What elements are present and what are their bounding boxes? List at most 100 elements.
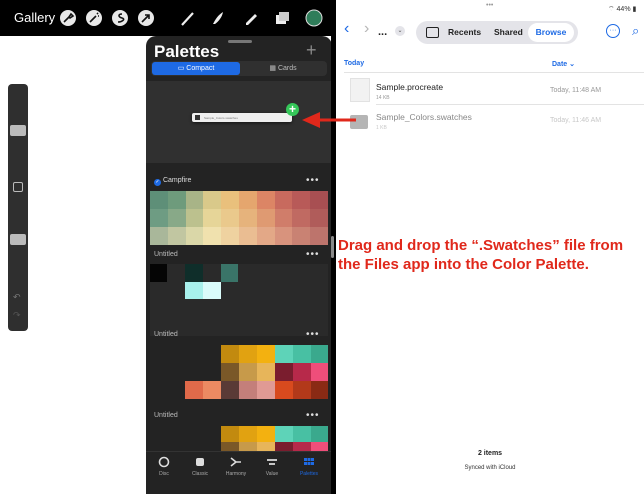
file-row-dragging[interactable]: Sample_Colors.swatches 1 KB Today, 11:46… bbox=[336, 106, 644, 138]
brush-icon[interactable] bbox=[178, 8, 198, 28]
more-options-icon[interactable]: ··· bbox=[606, 24, 620, 38]
selection-icon[interactable] bbox=[110, 8, 130, 28]
swatch[interactable] bbox=[150, 227, 169, 245]
swatch[interactable] bbox=[239, 227, 258, 245]
palette-drop-zone[interactable] bbox=[146, 81, 332, 163]
swatch[interactable] bbox=[150, 209, 169, 227]
swatch[interactable] bbox=[310, 191, 329, 209]
brush-size-sidebar[interactable]: ↶ ↷ bbox=[8, 84, 28, 331]
size-slider-handle[interactable] bbox=[10, 125, 26, 136]
undo-icon[interactable]: ↶ bbox=[13, 292, 21, 303]
tab-browse[interactable]: Browse bbox=[528, 23, 574, 42]
multitasking-dots[interactable]: ••• bbox=[486, 2, 493, 9]
opacity-slider-handle[interactable] bbox=[10, 234, 26, 245]
sort-date-button[interactable]: Date ⌄ bbox=[552, 60, 575, 68]
instruction-callout: Drag and drop the “.Swatches” file from … bbox=[338, 237, 624, 273]
swatch[interactable] bbox=[239, 191, 258, 209]
harmony-icon bbox=[230, 457, 241, 467]
swatch[interactable] bbox=[185, 227, 204, 245]
item-count: 2 items bbox=[477, 450, 503, 457]
panel-grabber[interactable] bbox=[228, 40, 252, 43]
swatch[interactable] bbox=[185, 209, 204, 227]
swatch[interactable] bbox=[256, 191, 276, 209]
swatch[interactable] bbox=[185, 264, 203, 282]
chevron-down-icon[interactable]: ⌄ bbox=[395, 26, 405, 36]
swatch[interactable] bbox=[203, 227, 222, 245]
forward-button[interactable]: › bbox=[364, 20, 369, 38]
swatch[interactable] bbox=[221, 264, 238, 282]
path-ellipsis[interactable]: ... bbox=[378, 26, 387, 38]
swatch[interactable] bbox=[274, 209, 293, 227]
palette-header-untitled[interactable]: Untitled bbox=[154, 251, 178, 258]
modify-button[interactable] bbox=[13, 182, 23, 192]
swatch[interactable] bbox=[256, 227, 276, 245]
tab-classic[interactable]: Classic bbox=[185, 456, 215, 477]
swatch[interactable] bbox=[150, 264, 167, 282]
swatch[interactable] bbox=[203, 209, 222, 227]
palette-more-button[interactable]: ••• bbox=[306, 329, 320, 340]
files-app: ••• ⌔ 44% ▮ ‹ › ... ⌄ Recents Shared Bro… bbox=[336, 0, 644, 494]
palette-more-button[interactable]: ••• bbox=[306, 175, 320, 186]
swatch[interactable] bbox=[167, 191, 187, 209]
section-header-today: Today bbox=[344, 60, 365, 67]
swatch[interactable] bbox=[274, 191, 293, 209]
swatch[interactable] bbox=[150, 191, 169, 209]
swatch[interactable] bbox=[185, 282, 203, 299]
tab-shared[interactable]: Shared bbox=[494, 21, 523, 44]
classic-icon bbox=[196, 458, 204, 466]
cards-label: Cards bbox=[277, 65, 297, 72]
layers-icon[interactable] bbox=[272, 8, 292, 28]
compact-view-button[interactable]: ▭ Compact bbox=[152, 62, 240, 75]
swatch[interactable] bbox=[274, 227, 293, 245]
cards-view-button[interactable]: ▦ Cards bbox=[240, 62, 326, 75]
palette-header-untitled[interactable]: Untitled bbox=[154, 412, 178, 419]
transform-arrow-icon[interactable] bbox=[136, 8, 156, 28]
sidebar-toggle-icon[interactable] bbox=[426, 27, 439, 38]
file-date: Today, 11:48 AM bbox=[550, 87, 602, 94]
smudge-icon[interactable] bbox=[208, 8, 228, 28]
add-palette-button[interactable]: + bbox=[306, 40, 317, 61]
swatch[interactable] bbox=[167, 227, 187, 245]
swatch[interactable] bbox=[185, 191, 204, 209]
redo-icon[interactable]: ↷ bbox=[13, 310, 21, 321]
split-view-handle[interactable] bbox=[331, 236, 334, 258]
swatch[interactable] bbox=[221, 191, 240, 209]
divider bbox=[376, 104, 644, 105]
swatch[interactable] bbox=[203, 191, 222, 209]
tab-label: Disc bbox=[159, 471, 169, 477]
disc-icon bbox=[158, 456, 170, 468]
untitled-swatch-grid bbox=[150, 264, 328, 336]
compact-label: Compact bbox=[186, 65, 215, 72]
tab-palettes[interactable]: Palettes bbox=[294, 456, 324, 477]
gallery-button[interactable]: Gallery bbox=[14, 10, 55, 25]
back-button[interactable]: ‹ bbox=[344, 20, 349, 38]
swatch[interactable] bbox=[167, 209, 187, 227]
dragged-swatches-file[interactable]: Sample_Colors.swatches bbox=[192, 113, 292, 122]
swatch[interactable] bbox=[203, 282, 221, 299]
swatch[interactable] bbox=[256, 209, 276, 227]
swatch[interactable] bbox=[292, 209, 311, 227]
tab-disc[interactable]: Disc bbox=[149, 456, 179, 477]
file-row[interactable]: Sample.procreate 14 KB Today, 11:48 AM bbox=[336, 74, 644, 106]
swatch[interactable] bbox=[292, 191, 311, 209]
swatch[interactable] bbox=[310, 209, 329, 227]
tab-value[interactable]: Value bbox=[257, 456, 287, 477]
eraser-icon[interactable] bbox=[240, 8, 260, 28]
search-icon[interactable]: ⌕ bbox=[632, 23, 639, 39]
tab-recents[interactable]: Recents bbox=[448, 21, 481, 44]
swatch[interactable] bbox=[239, 209, 258, 227]
palette-more-button[interactable]: ••• bbox=[306, 410, 320, 421]
swatch[interactable] bbox=[292, 227, 311, 245]
palette-more-button[interactable]: ••• bbox=[306, 249, 320, 260]
magic-wand-icon[interactable] bbox=[84, 8, 104, 28]
swatch[interactable] bbox=[221, 209, 240, 227]
color-swatch-icon[interactable] bbox=[304, 8, 324, 28]
tab-harmony[interactable]: Harmony bbox=[221, 456, 251, 477]
tab-label: Palettes bbox=[299, 471, 319, 477]
swatch[interactable] bbox=[221, 227, 240, 245]
palette-header-campfire[interactable]: ✓ Campfire bbox=[154, 177, 191, 186]
swatch[interactable] bbox=[310, 227, 329, 245]
wrench-icon[interactable] bbox=[58, 8, 78, 28]
palette-header-untitled[interactable]: Untitled bbox=[154, 331, 178, 338]
swatches-file-icon bbox=[350, 115, 368, 129]
